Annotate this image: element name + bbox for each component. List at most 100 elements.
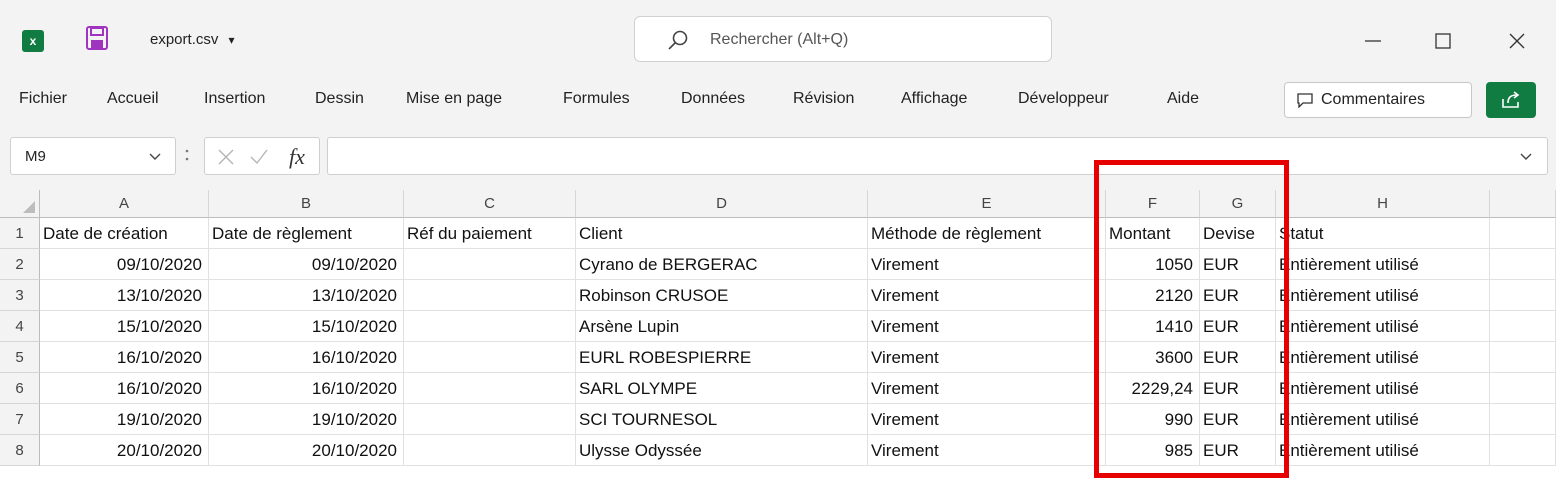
column-header-f[interactable]: F [1106,190,1200,218]
row-header-4[interactable]: 4 [0,311,40,342]
checkmark-icon[interactable] [249,148,269,166]
column-header-d[interactable]: D [576,190,868,218]
cell-b3[interactable]: 13/10/2020 [209,280,404,311]
cell-b7[interactable]: 19/10/2020 [209,404,404,435]
cell-a2[interactable]: 09/10/2020 [40,249,209,280]
cell-d3[interactable]: Robinson CRUSOE [576,280,868,311]
formula-bar-splitter-icon[interactable] [184,146,190,164]
cell-a8[interactable]: 20/10/2020 [40,435,209,466]
search-box[interactable]: Rechercher (Alt+Q) [634,16,1052,62]
cell-h1[interactable]: Statut [1276,218,1490,249]
cell-d7[interactable]: SCI TOURNESOL [576,404,868,435]
cell-i1[interactable] [1490,218,1556,249]
cell-i6[interactable] [1490,373,1556,404]
column-header-a[interactable]: A [40,190,209,218]
minimize-icon[interactable] [1358,26,1388,56]
tab-accueil[interactable]: Accueil [107,90,159,108]
cell-b5[interactable]: 16/10/2020 [209,342,404,373]
cell-h3[interactable]: Entièrement utilisé [1276,280,1490,311]
cell-a6[interactable]: 16/10/2020 [40,373,209,404]
cell-h8[interactable]: Entièrement utilisé [1276,435,1490,466]
expand-formula-bar-icon[interactable] [1518,150,1534,164]
cell-e3[interactable]: Virement [868,280,1106,311]
cell-f3[interactable]: 2120 [1106,280,1200,311]
cell-c5[interactable] [404,342,576,373]
cell-d4[interactable]: Arsène Lupin [576,311,868,342]
cell-d6[interactable]: SARL OLYMPE [576,373,868,404]
cancel-icon[interactable] [217,148,235,166]
cell-i8[interactable] [1490,435,1556,466]
select-all-button[interactable] [0,190,40,218]
cell-g8[interactable]: EUR [1200,435,1276,466]
row-header-3[interactable]: 3 [0,280,40,311]
cell-f1[interactable]: Montant [1106,218,1200,249]
column-header-c[interactable]: C [404,190,576,218]
cell-c6[interactable] [404,373,576,404]
row-header-5[interactable]: 5 [0,342,40,373]
tab-aide[interactable]: Aide [1167,90,1199,108]
cell-e4[interactable]: Virement [868,311,1106,342]
cell-a4[interactable]: 15/10/2020 [40,311,209,342]
cell-b2[interactable]: 09/10/2020 [209,249,404,280]
cell-i2[interactable] [1490,249,1556,280]
cell-d2[interactable]: Cyrano de BERGERAC [576,249,868,280]
tab-donnees[interactable]: Données [681,90,745,108]
close-icon[interactable] [1502,26,1532,56]
spreadsheet-grid[interactable]: A B C D E F G H 1 Date de création Date de règleme… [0,190,1556,478]
cell-g7[interactable]: EUR [1200,404,1276,435]
name-box[interactable]: M9 [10,137,176,175]
cell-f2[interactable]: 1050 [1106,249,1200,280]
cell-e1[interactable]: Méthode de règlement [868,218,1106,249]
cell-i5[interactable] [1490,342,1556,373]
tab-mise-en-page[interactable]: Mise en page [406,90,502,108]
cell-e7[interactable]: Virement [868,404,1106,435]
cell-d8[interactable]: Ulysse Odyssée [576,435,868,466]
cell-g5[interactable]: EUR [1200,342,1276,373]
cell-f4[interactable]: 1410 [1106,311,1200,342]
share-button[interactable] [1486,82,1536,118]
column-header-i[interactable] [1490,190,1556,218]
cell-i4[interactable] [1490,311,1556,342]
cell-g2[interactable]: EUR [1200,249,1276,280]
cell-h5[interactable]: Entièrement utilisé [1276,342,1490,373]
tab-insertion[interactable]: Insertion [204,90,265,108]
chevron-down-icon[interactable] [147,150,163,164]
cell-h7[interactable]: Entièrement utilisé [1276,404,1490,435]
tab-formules[interactable]: Formules [563,90,630,108]
cell-h6[interactable]: Entièrement utilisé [1276,373,1490,404]
row-header-6[interactable]: 6 [0,373,40,404]
cell-e5[interactable]: Virement [868,342,1106,373]
filename-dropdown[interactable]: export.csv ▾ [150,31,235,48]
column-header-e[interactable]: E [868,190,1106,218]
cell-d1[interactable]: Client [576,218,868,249]
cell-a3[interactable]: 13/10/2020 [40,280,209,311]
cell-c7[interactable] [404,404,576,435]
column-header-h[interactable]: H [1276,190,1490,218]
tab-developpeur[interactable]: Développeur [1018,90,1109,108]
cell-b1[interactable]: Date de règlement [209,218,404,249]
row-header-1[interactable]: 1 [0,218,40,249]
row-header-7[interactable]: 7 [0,404,40,435]
comments-button[interactable]: Commentaires [1284,82,1472,118]
cell-i7[interactable] [1490,404,1556,435]
cell-c2[interactable] [404,249,576,280]
tab-fichier[interactable]: Fichier [19,90,67,108]
insert-function-icon[interactable]: fx [289,144,305,170]
cell-e8[interactable]: Virement [868,435,1106,466]
cell-d5[interactable]: EURL ROBESPIERRE [576,342,868,373]
cell-c3[interactable] [404,280,576,311]
cell-b4[interactable]: 15/10/2020 [209,311,404,342]
cell-b6[interactable]: 16/10/2020 [209,373,404,404]
tab-revision[interactable]: Révision [793,90,854,108]
formula-input[interactable] [327,137,1548,175]
row-header-2[interactable]: 2 [0,249,40,280]
cell-c4[interactable] [404,311,576,342]
cell-f7[interactable]: 990 [1106,404,1200,435]
cell-c8[interactable] [404,435,576,466]
cell-a7[interactable]: 19/10/2020 [40,404,209,435]
cell-f5[interactable]: 3600 [1106,342,1200,373]
tab-dessin[interactable]: Dessin [315,90,364,108]
cell-a5[interactable]: 16/10/2020 [40,342,209,373]
save-icon[interactable] [86,26,108,50]
cell-a1[interactable]: Date de création [40,218,209,249]
